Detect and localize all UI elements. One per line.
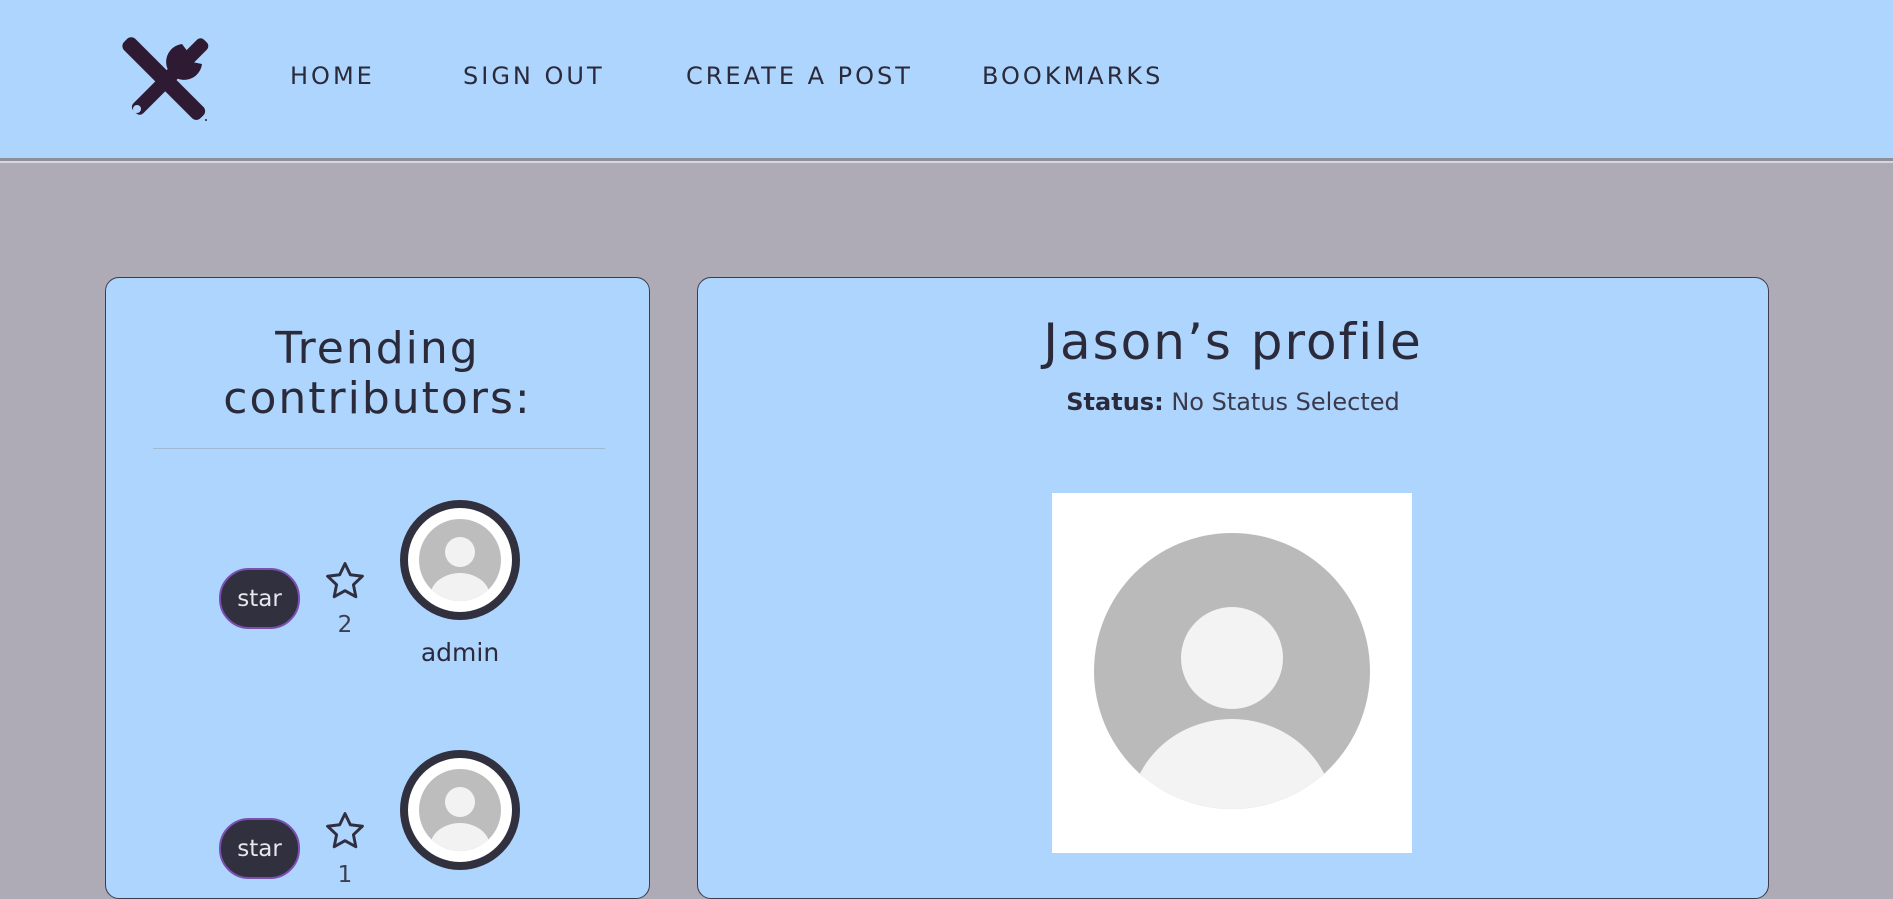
status-line: Status: No Status Selected [698,388,1768,416]
star-outline-icon [323,809,367,853]
contributor-avatar[interactable] [400,750,520,870]
nav-create-post-link[interactable]: CREATE A POST [686,62,913,90]
trending-title-line2: contributors: [223,373,532,424]
profile-title: Jason’s profile [1043,313,1423,371]
profile-card: Jason’s profile Status: No Status Select… [697,277,1769,899]
contributor-name[interactable]: admin [370,638,550,667]
nav-sign-out-link[interactable]: SIGN OUT [463,62,605,90]
nav-bookmarks-link[interactable]: BOOKMARKS [982,62,1163,90]
star-count: 1 [337,862,353,888]
default-avatar-icon [408,508,512,612]
star-outline-icon [323,559,367,603]
default-avatar-icon [408,758,512,862]
nav-home-link[interactable]: HOME [290,62,375,90]
status-value: No Status Selected [1171,388,1400,416]
contributor-avatar[interactable] [400,500,520,620]
star-button[interactable]: star [219,818,300,879]
status-label: Status: [1066,388,1164,416]
default-profile-picture-icon [1094,533,1370,813]
divider [153,448,605,449]
star-button[interactable]: star [219,568,300,629]
star-count: 2 [337,612,353,638]
tools-logo-icon[interactable] [120,34,216,126]
profile-picture [1052,493,1412,853]
trending-title: Trending contributors: [106,324,649,424]
trending-title-line1: Trending [275,323,480,374]
trending-contributors-card: Trending contributors: star 2 admin star… [105,277,650,899]
top-navbar: HOME SIGN OUT CREATE A POST BOOKMARKS [0,0,1893,161]
contributor-item: star 2 admin [106,500,649,680]
